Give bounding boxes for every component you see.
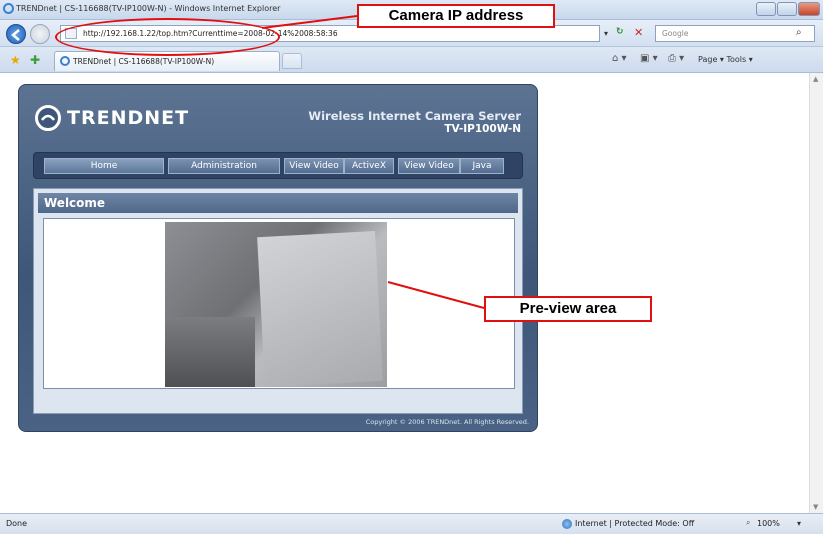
status-bar: Done Internet | Protected Mode: Off ⌕ 10…	[0, 513, 823, 534]
zoom-level[interactable]: 100%	[757, 519, 780, 528]
status-text: Done	[6, 519, 28, 528]
internet-zone-icon	[562, 519, 572, 529]
camera-ip-callout: Camera IP address	[357, 4, 555, 28]
zoom-dropdown-icon[interactable]: ▾	[797, 519, 801, 528]
zoom-icon: ⌕	[746, 518, 751, 527]
annotation-lines	[261, 15, 485, 309]
security-zone[interactable]: Internet | Protected Mode: Off	[575, 519, 694, 528]
preview-area-callout: Pre-view area	[484, 296, 652, 322]
